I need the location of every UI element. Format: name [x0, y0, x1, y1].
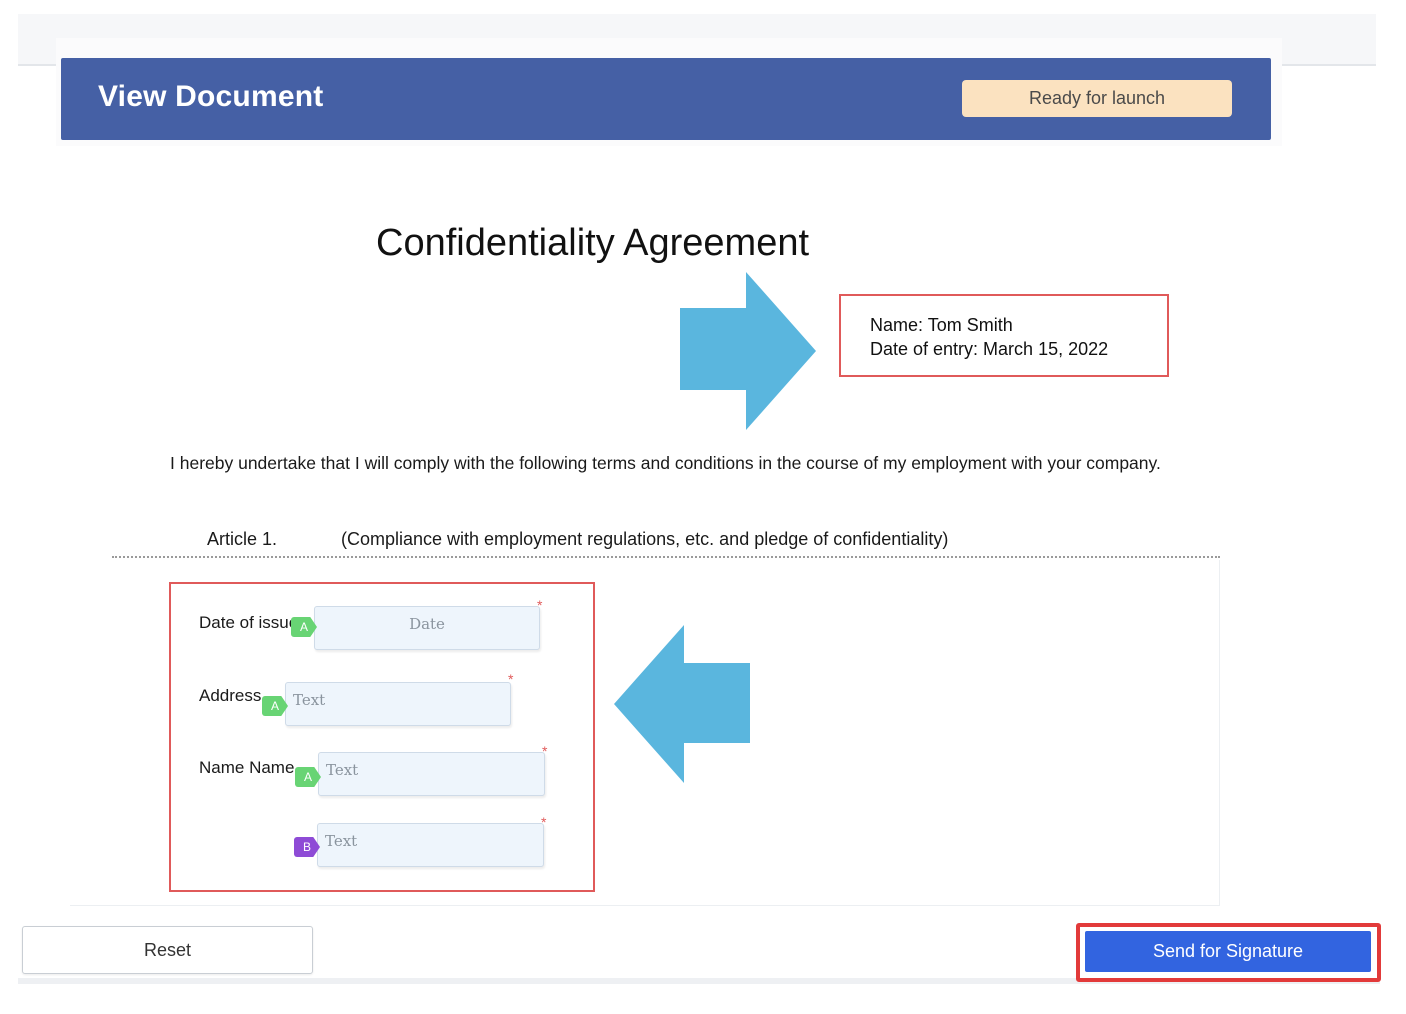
field-label-name: Name Name [199, 758, 295, 777]
address-field-placeholder: Text [293, 691, 326, 709]
name-field[interactable]: Text [318, 752, 545, 796]
info-box: Name: Tom Smith Date of entry: March 15,… [839, 294, 1169, 377]
arrow-right-icon [680, 272, 816, 430]
date-field-placeholder: Date [409, 615, 445, 633]
info-name: Name: Tom Smith [870, 315, 1013, 335]
address-field[interactable]: Text [285, 682, 511, 726]
body-text: I hereby undertake that I will comply wi… [170, 453, 1161, 473]
date-field[interactable]: Date [314, 606, 540, 650]
page-header: View Document Ready for launch [61, 58, 1271, 140]
info-date: Date of entry: March 15, 2022 [870, 339, 1109, 359]
article-number: Article 1. [207, 529, 278, 549]
arrow-left-icon [614, 625, 750, 783]
required-marker: * [542, 743, 548, 759]
article-title: (Compliance with employment regulations,… [341, 529, 949, 549]
required-marker: * [537, 597, 543, 613]
dotted-divider [112, 556, 1220, 558]
reset-button[interactable]: Reset [22, 926, 313, 974]
signer-b-text-field[interactable]: Text [317, 823, 544, 867]
required-marker: * [541, 814, 547, 830]
name-field-placeholder: Text [326, 761, 359, 779]
status-badge: Ready for launch [962, 80, 1232, 117]
document-title: Confidentiality Agreement [376, 222, 810, 264]
required-marker: * [508, 671, 514, 687]
field-label-date-of-issue: Date of issue [199, 613, 299, 632]
send-for-signature-button[interactable]: Send for Signature [1085, 931, 1371, 972]
page-title: View Document [98, 80, 324, 113]
signer-b-field-placeholder: Text [325, 832, 358, 850]
field-label-address: Address [199, 686, 262, 705]
